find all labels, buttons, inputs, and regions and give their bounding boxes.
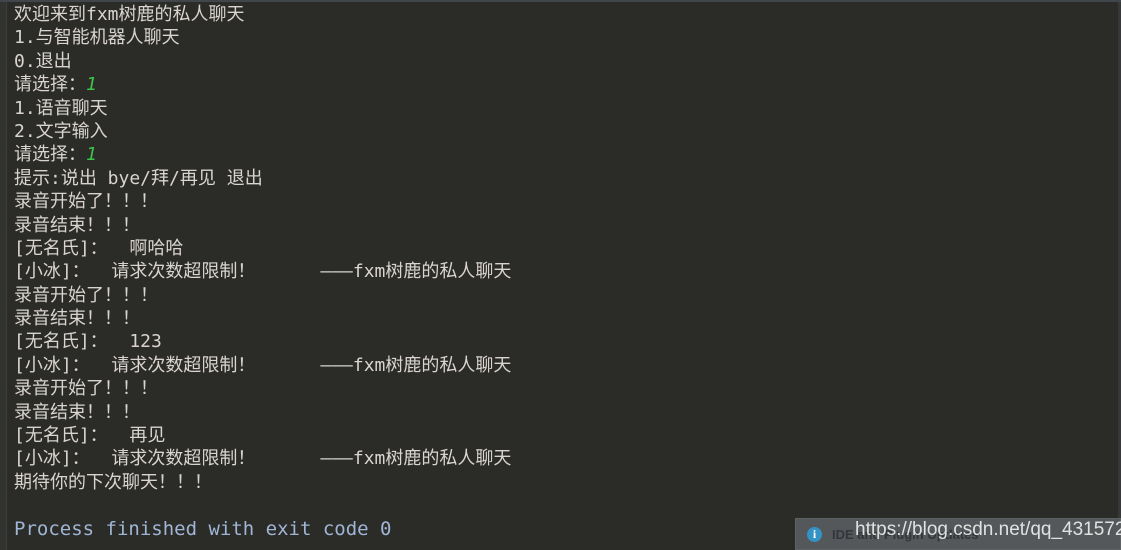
console-line-text: 0.退出 — [14, 50, 72, 72]
ide-notification-balloon[interactable]: i IDE and Plugin Updates — [795, 518, 1121, 550]
console-line: 录音结束！！！ — [14, 307, 1104, 330]
console-user-input: 1 — [86, 74, 97, 96]
console-text-area[interactable]: 欢迎来到fxm树鹿的私人聊天 1.与智能机器人聊天 0.退出 请选择：1 1.语音聊天 2… — [14, 3, 1104, 541]
console-line-text: 请选择： — [14, 74, 86, 96]
console-line: [无名氏]： 啊哈哈 — [14, 237, 1104, 260]
console-line-text: [无名氏]： 123 — [14, 331, 162, 353]
console-line-text: 录音结束！！！ — [14, 308, 140, 330]
console-line-text: [无名氏]： 啊哈哈 — [14, 237, 184, 259]
console-line: 2.文字输入 — [14, 120, 1104, 143]
console-line-text: 录音开始了！！！ — [14, 378, 158, 400]
console-line: 提示:说出 bye/拜/再见 退出 — [14, 167, 1104, 190]
console-top-divider — [0, 0, 1121, 2]
console-left-gutter — [0, 2, 7, 550]
console-line-text: [小冰]： 请求次数超限制！ ———fxm树鹿的私人聊天 — [14, 354, 512, 376]
console-line-text: 1.与智能机器人聊天 — [14, 27, 180, 49]
console-user-input: 1 — [86, 144, 97, 166]
console-line: 欢迎来到fxm树鹿的私人聊天 — [14, 3, 1104, 26]
console-line-text: 请选择： — [14, 144, 86, 166]
console-line-text: [无名氏]： 再见 — [14, 425, 166, 447]
console-line: 录音结束！！！ — [14, 214, 1104, 237]
console-output-panel[interactable]: 欢迎来到fxm树鹿的私人聊天 1.与智能机器人聊天 0.退出 请选择：1 1.语音聊天 2… — [0, 0, 1121, 550]
console-line-text: [小冰]： 请求次数超限制！ ———fxm树鹿的私人聊天 — [14, 448, 512, 470]
console-line: [小冰]： 请求次数超限制！ ———fxm树鹿的私人聊天 — [14, 260, 1104, 283]
console-line: 录音开始了！！！ — [14, 190, 1104, 213]
console-line-text: 2.文字输入 — [14, 120, 108, 142]
console-line: 请选择：1 — [14, 73, 1104, 96]
info-icon: i — [807, 526, 822, 542]
console-line-text: 录音开始了！！！ — [14, 284, 158, 306]
console-line: [无名氏]： 123 — [14, 330, 1104, 353]
console-line: 期待你的下次聊天！！！ — [14, 471, 1104, 494]
console-line-text: 期待你的下次聊天！！！ — [14, 471, 212, 493]
console-line-text: 1.语音聊天 — [14, 97, 108, 119]
console-line: 录音开始了！！！ — [14, 377, 1104, 400]
console-line: 请选择：1 — [14, 143, 1104, 166]
console-line: 1.与智能机器人聊天 — [14, 26, 1104, 49]
console-line: [小冰]： 请求次数超限制！ ———fxm树鹿的私人聊天 — [14, 447, 1104, 470]
console-line-text: 录音开始了！！！ — [14, 191, 158, 213]
console-line: 1.语音聊天 — [14, 97, 1104, 120]
console-line-text: 欢迎来到fxm树鹿的私人聊天 — [14, 4, 245, 25]
ide-notification-label: IDE and Plugin Updates — [832, 526, 979, 542]
console-line: [小冰]： 请求次数超限制！ ———fxm树鹿的私人聊天 — [14, 354, 1104, 377]
console-line: 录音开始了！！！ — [14, 284, 1104, 307]
console-line-text: 录音结束！！！ — [14, 401, 140, 423]
console-line-text: [小冰]： 请求次数超限制！ ———fxm树鹿的私人聊天 — [14, 261, 512, 283]
console-line: [无名氏]： 再见 — [14, 424, 1104, 447]
console-line-text: 录音结束！！！ — [14, 214, 140, 236]
console-line-text: Process finished with exit code 0 — [14, 517, 392, 540]
console-line: 0.退出 — [14, 50, 1104, 73]
console-line: 录音结束！！！ — [14, 401, 1104, 424]
console-line-text: 提示:说出 bye/拜/再见 退出 — [14, 167, 263, 189]
